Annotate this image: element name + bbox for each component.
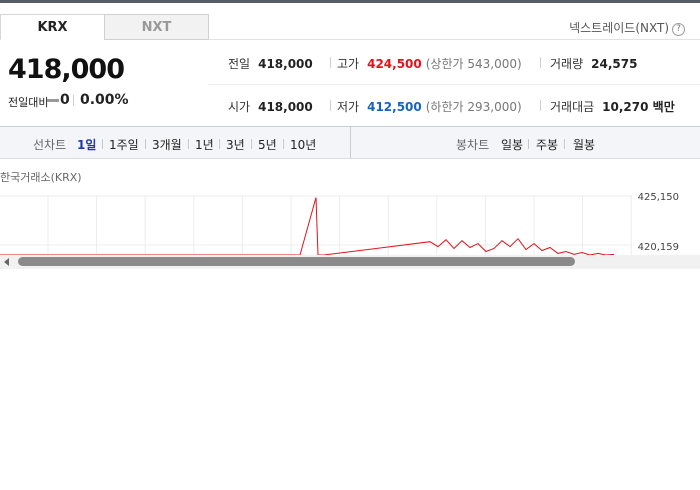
period-10y[interactable]: 10년 <box>290 136 316 153</box>
candle-chart-label: 봉차트 <box>456 138 490 152</box>
scrollbar-thumb[interactable] <box>18 257 575 266</box>
chart-controls: 선차트 1일 1주일 3개월 1년 3년 5년 10년 봉차트 일봉 주봉 월봉 <box>0 126 700 159</box>
exchange-label: 한국거래소(KRX) <box>0 171 82 184</box>
stat-turnover: 거래대금 10,270 백만 <box>550 100 675 114</box>
candle-weekly[interactable]: 주봉 <box>536 136 558 153</box>
period-divider <box>188 139 189 149</box>
stat-open: 시가 418,000 <box>228 100 313 114</box>
period-divider <box>219 139 220 149</box>
period-divider <box>102 139 103 149</box>
y-tick-label: 420,159 <box>638 242 679 253</box>
period-3y[interactable]: 3년 <box>226 136 245 153</box>
candle-divider <box>564 139 565 149</box>
candle-divider <box>528 139 529 149</box>
line-chart-label: 선차트 <box>33 138 67 152</box>
nextrade-label: 넥스트레이드(NXT) <box>569 21 669 35</box>
period-1y[interactable]: 1년 <box>195 136 214 153</box>
nextrade-link[interactable]: 넥스트레이드(NXT)? <box>569 19 685 36</box>
stat-divider <box>330 57 331 68</box>
flat-indicator-icon <box>47 99 59 102</box>
change-label: 전일대비 <box>8 96 49 109</box>
period-divider <box>251 139 252 149</box>
candle-daily[interactable]: 일봉 <box>501 136 523 153</box>
tabs-divider <box>209 39 700 40</box>
period-divider <box>283 139 284 149</box>
period-5y[interactable]: 5년 <box>258 136 277 153</box>
stats-divider <box>209 84 700 85</box>
tab-nxt[interactable]: NXT <box>104 14 209 40</box>
candle-monthly[interactable]: 월봉 <box>573 136 595 153</box>
tab-krx[interactable]: KRX <box>0 14 105 40</box>
series-line <box>0 197 615 255</box>
stat-divider <box>330 100 331 111</box>
stat-high: 고가 424,500 (상한가 543,000) <box>337 57 522 71</box>
change-divider <box>73 95 74 106</box>
period-1d[interactable]: 1일 <box>77 136 96 153</box>
y-tick-label: 425,150 <box>638 192 679 203</box>
help-icon[interactable]: ? <box>672 23 685 36</box>
stat-divider <box>540 57 541 68</box>
price-chart: 425,150 420,159 <box>0 192 679 255</box>
period-divider <box>145 139 146 149</box>
period-1w[interactable]: 1주일 <box>109 136 139 153</box>
scroll-left-arrow-icon[interactable] <box>4 258 9 266</box>
current-price: 418,000 <box>8 54 125 85</box>
stat-prev-close: 전일 418,000 <box>228 57 313 71</box>
stat-divider <box>540 100 541 111</box>
chart-scrollbar[interactable] <box>0 255 700 269</box>
controls-divider <box>350 127 351 158</box>
change-percent: 0.00% <box>80 92 129 108</box>
stat-low: 저가 412,500 (하한가 293,000) <box>337 100 522 114</box>
stat-volume: 거래량 24,575 <box>550 57 638 71</box>
change-value: 0 <box>60 92 70 108</box>
top-border <box>0 0 700 3</box>
period-3m[interactable]: 3개월 <box>152 136 182 153</box>
